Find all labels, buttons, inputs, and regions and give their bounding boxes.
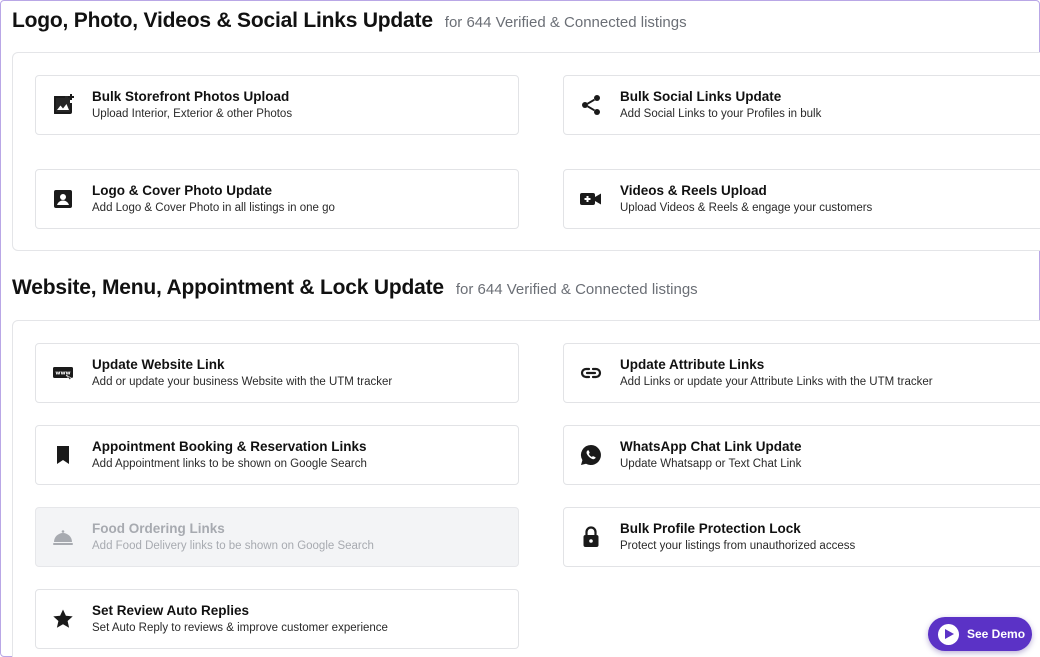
card-description: Upload Videos & Reels & engage your cust… [620,202,873,214]
card-title: Bulk Social Links Update [620,89,782,104]
card-description: Protect your listings from unauthorized … [620,540,856,552]
section-title: Website, Menu, Appointment & Lock Update [12,276,444,299]
bulk-storefront-photos-card[interactable]: Bulk Storefront Photos Upload Upload Int… [35,75,519,135]
whatsapp-chat-link-card[interactable]: WhatsApp Chat Link Update Update Whatsap… [563,425,1040,485]
card-description: Update Whatsapp or Text Chat Link [620,458,802,470]
card-description: Add Links or update your Attribute Links… [620,376,933,388]
logo-cover-photo-card[interactable]: Logo & Cover Photo Update Add Logo & Cov… [35,169,519,229]
card-title: Update Attribute Links [620,357,765,372]
card-title: Appointment Booking & Reservation Links [92,439,367,454]
www-icon: www [36,344,86,402]
bookmark-icon [36,426,86,484]
svg-text:www: www [55,371,70,377]
star-icon [36,590,86,648]
section-subtitle: for 644 Verified & Connected listings [455,281,698,298]
card-description: Add Logo & Cover Photo in all listings i… [92,202,335,214]
video-camera-icon [564,170,614,228]
portrait-icon [36,170,86,228]
card-description: Add Food Delivery links to be shown on G… [92,540,374,552]
card-title: Update Website Link [92,357,225,372]
food-ordering-links-card: Food Ordering Links Add Food Delivery li… [35,507,519,567]
set-review-auto-replies-card[interactable]: Set Review Auto Replies Set Auto Reply t… [35,589,519,649]
card-title: Bulk Storefront Photos Upload [92,89,290,104]
whatsapp-icon [564,426,614,484]
card-title: Videos & Reels Upload [620,183,767,198]
play-icon [938,623,959,645]
share-icon [564,76,614,134]
section-subtitle: for 644 Verified & Connected listings [444,14,687,31]
section-header-media: Logo, Photo, Videos & Social Links Updat… [12,9,687,33]
card-description: Add Appointment links to be shown on Goo… [92,458,367,470]
link-icon [564,344,614,402]
card-title: Logo & Cover Photo Update [92,183,272,198]
section-header-links: Website, Menu, Appointment & Lock Update… [12,276,698,300]
card-title: Food Ordering Links [92,521,225,536]
card-description: Set Auto Reply to reviews & improve cust… [92,622,388,634]
card-title: WhatsApp Chat Link Update [620,439,802,454]
bulk-profile-protection-lock-card[interactable]: Bulk Profile Protection Lock Protect you… [563,507,1040,567]
section-title: Logo, Photo, Videos & Social Links Updat… [12,9,433,32]
card-title: Bulk Profile Protection Lock [620,521,801,536]
card-description: Add or update your business Website with… [92,376,393,388]
bulk-social-links-card[interactable]: Bulk Social Links Update Add Social Link… [563,75,1040,135]
see-demo-button[interactable]: See Demo [928,617,1032,651]
videos-reels-card[interactable]: Videos & Reels Upload Upload Videos & Re… [563,169,1040,229]
add-photo-icon [36,76,86,134]
see-demo-label: See Demo [967,627,1026,641]
card-description: Upload Interior, Exterior & other Photos [92,108,293,120]
update-attribute-links-card[interactable]: Update Attribute Links Add Links or upda… [563,343,1040,403]
cloche-icon [36,508,86,566]
lock-icon [564,508,614,566]
appointment-booking-card[interactable]: Appointment Booking & Reservation Links … [35,425,519,485]
update-website-link-card[interactable]: www Update Website Link Add or update yo… [35,343,519,403]
card-title: Set Review Auto Replies [92,603,250,618]
card-description: Add Social Links to your Profiles in bul… [620,108,822,120]
